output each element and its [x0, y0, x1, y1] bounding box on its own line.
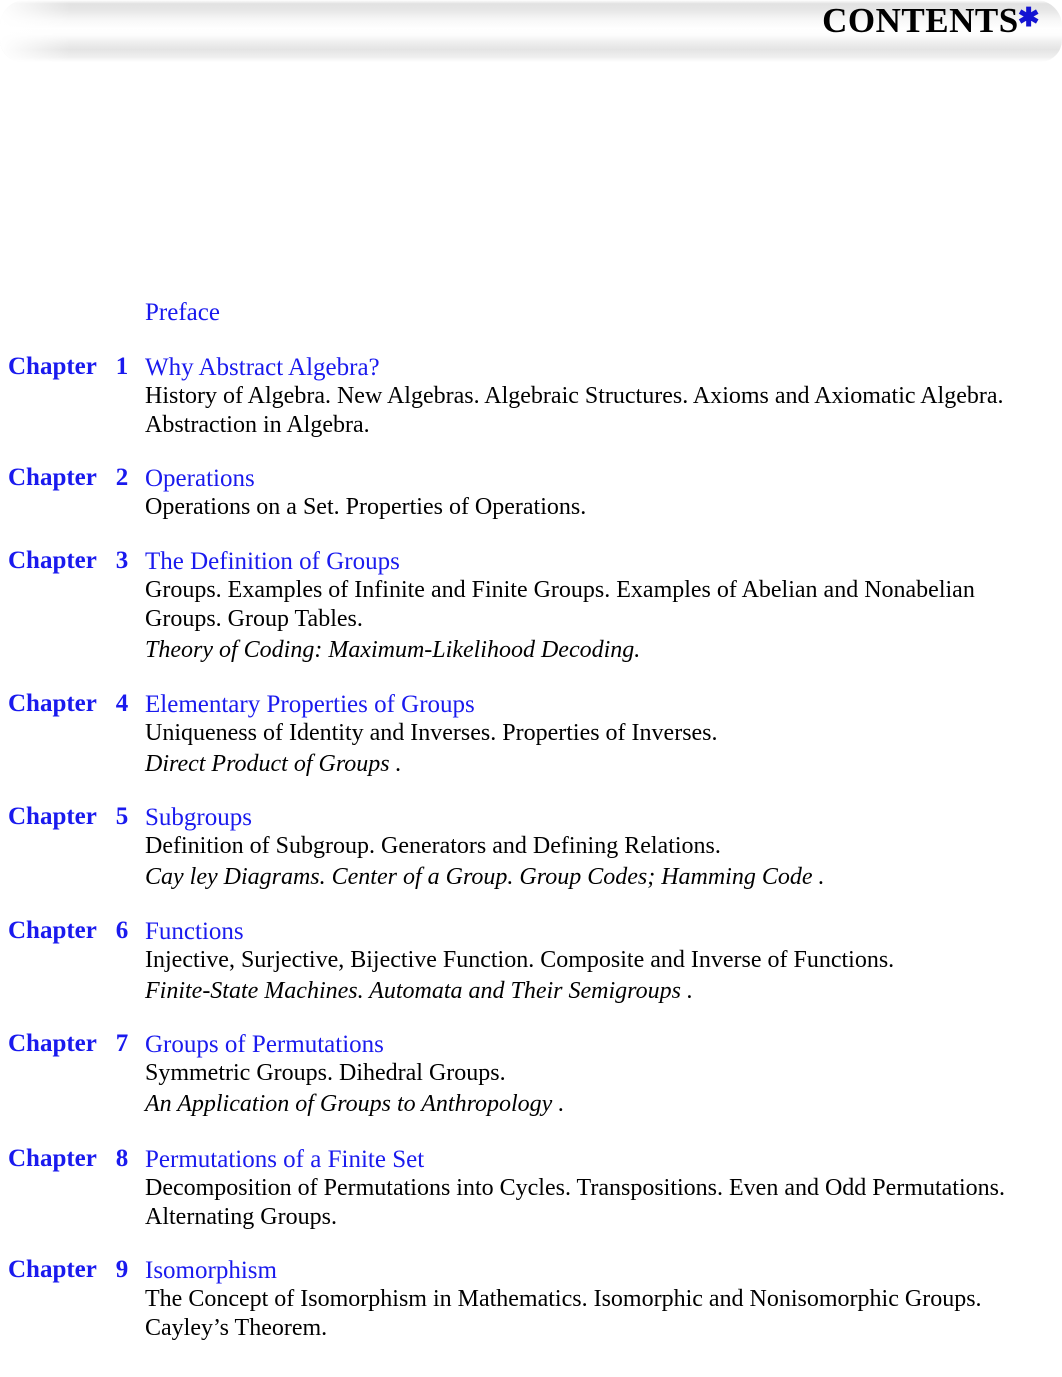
chapter-label: Chapter: [8, 1145, 97, 1172]
chapter-title-link[interactable]: Isomorphism: [145, 1256, 1050, 1285]
chapter-number: 2: [115, 464, 129, 491]
chapter-title-link[interactable]: Elementary Properties of Groups: [145, 690, 1050, 719]
chapter-description-line: Alternating Groups.: [145, 1204, 337, 1230]
chapter-description-line: Injective, Surjective, Bijective Functio…: [145, 947, 895, 973]
chapter-body: Why Abstract Algebra? History of Algebra.…: [145, 353, 1050, 440]
chapter-optional-topic-line: Finite-State Machines. Automata and Thei…: [145, 978, 693, 1004]
chapter-optional-topic-line: An Application of Groups to Anthropology…: [145, 1091, 565, 1117]
chapter-body: The Definition of Groups Groups. Examples…: [145, 547, 1050, 665]
chapter-description-line: Uniqueness of Identity and Inverses. Pro…: [145, 720, 718, 746]
page-header-band: CONTENTS✱: [0, 0, 1062, 62]
chapter-body: Functions Injective, Surjective, Bijectiv…: [145, 917, 1050, 1006]
chapter-label: Chapter: [8, 917, 97, 944]
chapter-number: 3: [115, 547, 129, 574]
chapter-description-line: Cayley’s Theorem.: [145, 1315, 328, 1341]
chapter-number: 8: [115, 1145, 129, 1172]
chapter-body: Operations Operations on a Set. Propertie…: [145, 464, 1050, 522]
chapter-body: Subgroups Definition of Subgroup. Generat…: [145, 803, 1050, 892]
chapter-title-link[interactable]: Groups of Permutations: [145, 1030, 1050, 1059]
chapter-description-line: Operations on a Set. Properties of Opera…: [145, 494, 587, 520]
toc-entry-preface[interactable]: Preface: [145, 299, 220, 327]
chapter-description-line: History of Algebra. New Algebras. Algebr…: [145, 383, 1004, 409]
chapter-number: 6: [115, 917, 129, 944]
chapter-title-link[interactable]: The Definition of Groups: [145, 547, 1050, 576]
chapter-number: 4: [115, 690, 129, 717]
chapter-body: Isomorphism The Concept of Isomorphism in…: [145, 1256, 1050, 1343]
chapter-title-link[interactable]: Subgroups: [145, 803, 1050, 832]
chapter-label: Chapter: [8, 690, 97, 717]
chapter-description-line: Definition of Subgroup. Generators and D…: [145, 833, 721, 859]
chapter-label: Chapter: [8, 353, 97, 380]
chapter-title-link[interactable]: Why Abstract Algebra?: [145, 353, 1050, 382]
chapter-label: Chapter: [8, 803, 97, 830]
chapter-title-link[interactable]: Functions: [145, 917, 1050, 946]
chapter-body: Groups of Permutations Symmetric Groups. …: [145, 1030, 1050, 1119]
asterisk-icon: ✱: [1017, 3, 1040, 32]
chapter-optional-topic-line: Direct Product of Groups .: [145, 751, 402, 777]
chapter-description-line: The Concept of Isomorphism in Mathematic…: [145, 1286, 982, 1312]
chapter-label: Chapter: [8, 1030, 97, 1057]
chapter-label: Chapter: [8, 547, 97, 574]
chapter-title-link[interactable]: Operations: [145, 464, 1050, 493]
chapter-number: 9: [115, 1256, 129, 1283]
page-title-text: CONTENTS: [822, 1, 1019, 40]
chapter-optional-topic-line: Cay ley Diagrams. Center of a Group. Gro…: [145, 864, 825, 890]
chapter-optional-topic-line: Theory of Coding: Maximum-Likelihood Dec…: [145, 637, 641, 663]
chapter-body: Elementary Properties of Groups Uniquenes…: [145, 690, 1050, 779]
chapter-number: 1: [115, 353, 129, 380]
chapter-title-link[interactable]: Permutations of a Finite Set: [145, 1145, 1050, 1174]
chapter-body: Permutations of a Finite Set Decompositio…: [145, 1145, 1050, 1232]
toc-preface-label: Preface: [145, 299, 220, 326]
chapter-description-line: Symmetric Groups. Dihedral Groups.: [145, 1060, 506, 1086]
chapter-number: 5: [115, 803, 129, 830]
chapter-description-line: Groups. Group Tables.: [145, 606, 363, 632]
chapter-description-line: Groups. Examples of Infinite and Finite …: [145, 577, 975, 603]
chapter-description-line: Decomposition of Permutations into Cycle…: [145, 1175, 1005, 1201]
page-title: CONTENTS✱: [822, 1, 1040, 41]
chapter-number: 7: [115, 1030, 129, 1057]
chapter-description-line: Abstraction in Algebra.: [145, 412, 370, 438]
chapter-label: Chapter: [8, 464, 97, 491]
chapter-label: Chapter: [8, 1256, 97, 1283]
